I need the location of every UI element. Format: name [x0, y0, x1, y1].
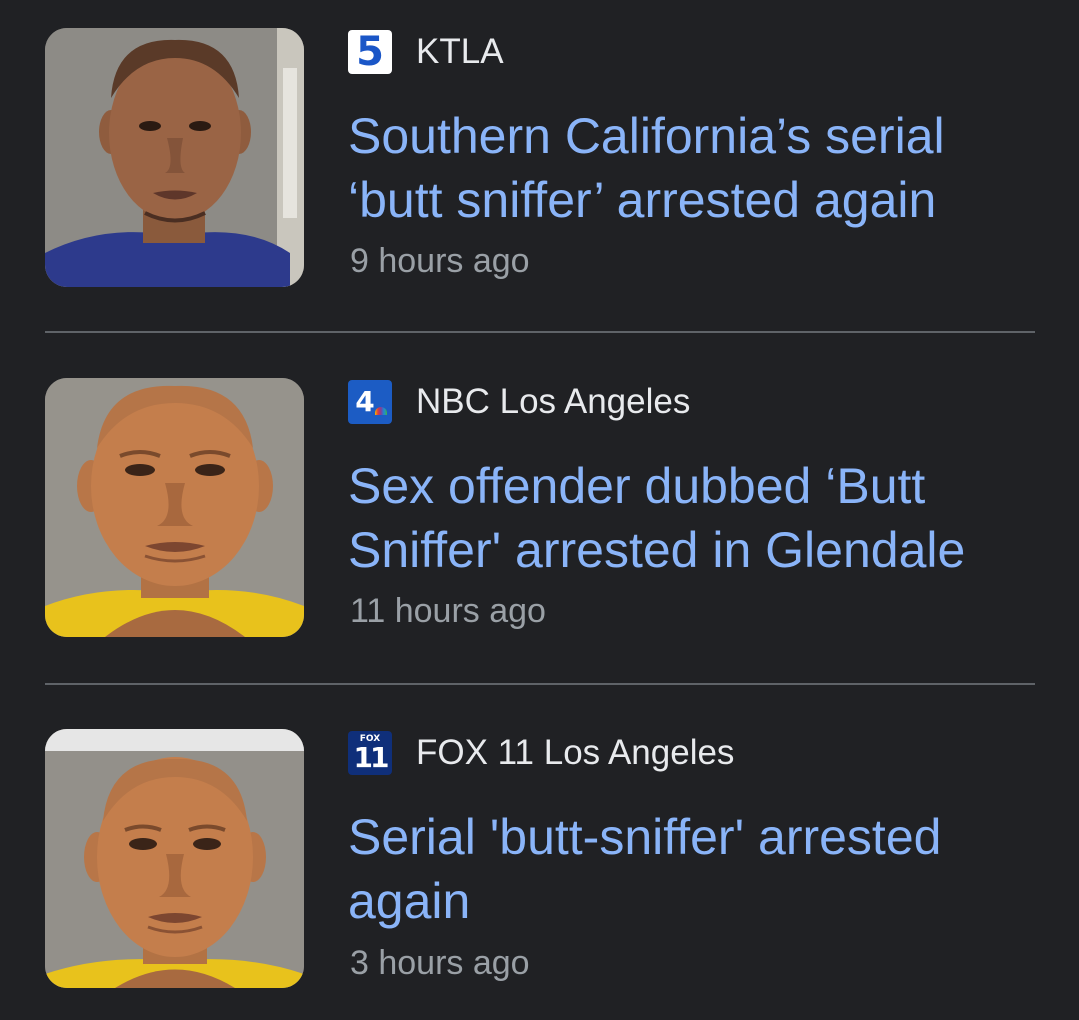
- source-row: 4 NBC Los Angeles: [348, 380, 690, 424]
- ktla-5-logo-icon: 5: [348, 29, 392, 75]
- logo-number: 4: [355, 385, 375, 418]
- news-feed: 5 KTLA Southern California’s serial ‘but…: [0, 0, 1079, 1020]
- timestamp: 9 hours ago: [350, 242, 530, 280]
- news-article-card[interactable]: 4 NBC Los Angeles Sex offender dubbed ‘B…: [45, 378, 1035, 638]
- mugshot-photo: [45, 378, 304, 637]
- divider: [45, 331, 1035, 333]
- nbc-4-logo-icon: 4: [348, 380, 392, 424]
- mugshot-photo: [45, 28, 304, 287]
- source-row: FOX 11 FOX 11 Los Angeles: [348, 731, 734, 775]
- divider: [45, 683, 1035, 685]
- logo-number: 5: [356, 29, 384, 75]
- news-article-card[interactable]: 5 KTLA Southern California’s serial ‘but…: [45, 28, 1035, 288]
- timestamp: 11 hours ago: [350, 592, 546, 630]
- headline-link[interactable]: Southern California’s serial ‘butt sniff…: [348, 104, 1035, 232]
- article-thumbnail-image[interactable]: [45, 378, 304, 637]
- source-name: NBC Los Angeles: [416, 382, 691, 421]
- peacock-icon: [375, 407, 387, 415]
- headline-link[interactable]: Serial 'butt-sniffer' arrested again: [348, 805, 1035, 933]
- news-article-card[interactable]: FOX 11 FOX 11 Los Angeles Serial 'butt-s…: [45, 729, 1035, 989]
- source-name: FOX 11 Los Angeles: [416, 733, 735, 772]
- source-name: KTLA: [416, 32, 504, 71]
- timestamp: 3 hours ago: [350, 944, 530, 982]
- article-thumbnail-image[interactable]: [45, 28, 304, 287]
- source-row: 5 KTLA: [348, 29, 504, 75]
- mugshot-photo: [45, 729, 304, 988]
- fox-11-logo-icon: FOX 11: [348, 731, 392, 775]
- article-thumbnail-image[interactable]: [45, 729, 304, 988]
- headline-link[interactable]: Sex offender dubbed ‘Butt Sniffer' arres…: [348, 454, 1035, 582]
- logo-number: 11: [353, 741, 390, 774]
